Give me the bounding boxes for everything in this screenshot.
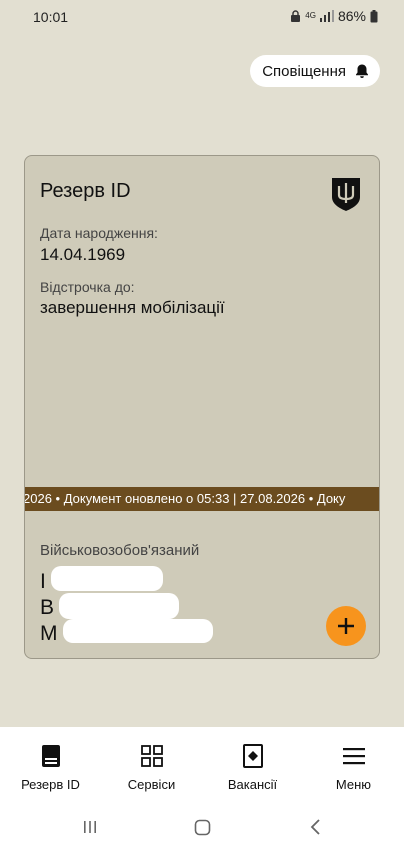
status-bar: 10:01 4G 86% [0,0,404,34]
name-line-3: М [40,622,58,645]
status-icons: 4G 86% [290,8,378,24]
military-status: Військовозобов'язаний [40,542,200,559]
birth-date-value: 14.04.1969 [40,245,126,264]
card-title: Резерв ID [40,180,131,202]
nav-label: Меню [335,777,372,792]
redaction-mark [63,619,213,643]
recent-apps-icon[interactable] [82,819,98,835]
nav-label: Резерв ID [21,777,80,792]
back-icon[interactable] [310,819,322,835]
nav-item-vacancies[interactable]: Вакансії [202,727,303,807]
nav-item-services[interactable]: Сервіси [101,727,202,807]
nav-label: Сервіси [127,777,176,792]
network-type: 4G [305,11,316,20]
bell-icon [356,64,368,78]
ticker-text: 2026 • Документ оновлено о 05:33 | 27.08… [25,491,346,506]
status-time: 10:01 [33,9,69,25]
vacancy-icon [242,744,263,768]
menu-icon [342,748,365,765]
system-navigation-bar [0,807,404,853]
trident-shield-icon [332,178,360,211]
reserve-id-card[interactable]: Резерв ID Дата народження: 14.04.1969 Ві… [24,155,380,659]
battery-percent: 86% [337,8,366,24]
lock-icon [291,10,301,22]
document-update-ticker: 2026 • Документ оновлено о 05:33 | 27.08… [25,487,379,511]
home-icon[interactable] [194,819,211,836]
name-line-1: І [40,570,46,593]
deferral-value: завершення мобілізації [40,298,225,317]
nav-item-menu[interactable]: Меню [303,727,404,807]
nav-item-reserve-id[interactable]: Резерв ID [0,727,101,807]
nav-label: Вакансії [227,777,278,792]
redaction-mark [51,566,163,591]
redaction-mark [59,593,179,619]
deferral-label: Відстрочка до: [40,279,135,295]
plus-icon [338,618,354,634]
grid-icon [140,745,163,767]
document-icon [41,745,60,767]
battery-icon [370,9,378,22]
bottom-navigation: Резерв ID Сервіси Вакансії Меню [0,727,404,807]
add-button[interactable] [326,606,366,646]
birth-date-label: Дата народження: [40,225,158,241]
notifications-button[interactable]: Сповіщення [250,55,380,87]
notifications-label: Сповіщення [262,62,346,80]
signal-icon [319,10,334,22]
